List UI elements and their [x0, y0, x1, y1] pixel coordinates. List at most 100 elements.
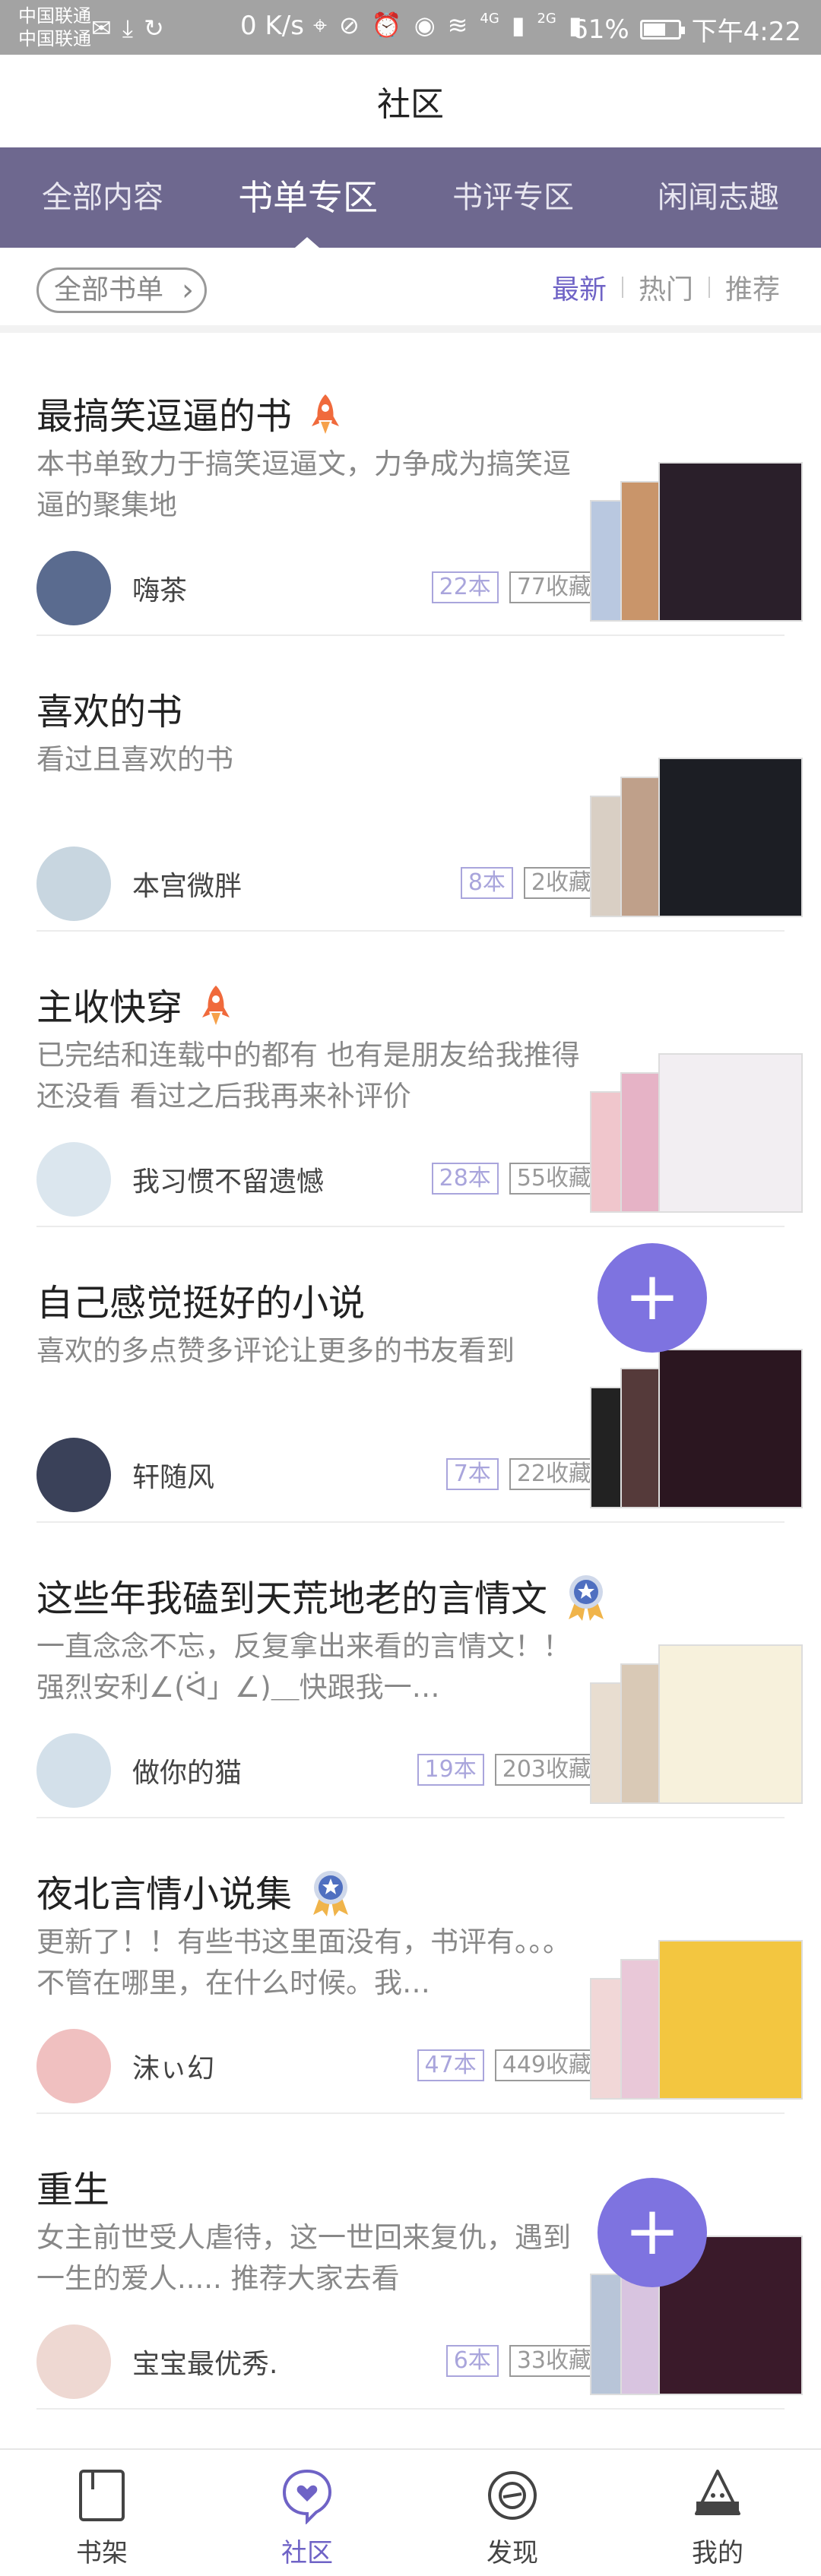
booklist-description: 已完结和连载中的都有 也有是朋友给我推得还没看 看过之后我再来补评价	[36, 1039, 580, 1112]
booklist-title-text: 喜欢的书	[36, 691, 183, 733]
profile-icon	[695, 2470, 740, 2515]
carrier-2: 中国联通	[18, 28, 91, 49]
tab-all-content[interactable]: 全部内容	[15, 147, 190, 248]
booklist-title-text: 重生	[36, 2169, 110, 2211]
all-booklists-label: 全部书单	[54, 274, 164, 305]
avatar[interactable]	[36, 2029, 111, 2103]
avatar[interactable]	[36, 1142, 111, 1217]
book-covers[interactable]	[590, 1629, 803, 1804]
network-4g: 4G	[480, 11, 499, 27]
booklist-card[interactable]: 喜欢的书 看过且喜欢的书 本宫微胖 8本 2收藏	[36, 636, 803, 932]
booklist-stats: 6本 33收藏	[445, 2345, 599, 2377]
wechat-icon: ✉	[91, 14, 112, 43]
booklist-description: 一直念念不忘，反复拿出来看的言情文！！强烈安利∠(ᐛ」∠)＿快跟我一…	[36, 1630, 571, 1704]
favorite-count: 77收藏	[509, 571, 599, 603]
eye-icon: ◉	[414, 11, 436, 40]
booklist-card[interactable]: 最搞笑逗逼的书 本书单致力于搞笑逗逼文，力争成为搞笑逗逼的聚集地 嗨茶 22本 …	[36, 340, 803, 636]
booklist-title[interactable]: 最搞笑逗逼的书	[36, 386, 342, 440]
book-count: 47本	[417, 2049, 484, 2081]
booklist-title-text: 最搞笑逗逼的书	[36, 395, 293, 438]
book-cover	[658, 1053, 803, 1213]
booklist-title[interactable]: 自己感觉挺好的小说	[36, 1273, 365, 1326]
username[interactable]: 我习惯不留遗憾	[132, 1160, 324, 1199]
book-covers[interactable]	[590, 447, 803, 622]
carrier-info: 中国联通 中国联通	[18, 5, 91, 50]
battery-percent: 61%	[572, 14, 629, 45]
booklist-stats: 8本 2收藏	[460, 867, 599, 899]
nav-discover-label: 发现	[487, 2538, 538, 2568]
avatar[interactable]	[36, 1733, 111, 1808]
tab-gossip[interactable]: 闲闻志趣	[631, 147, 806, 248]
download-icon: ⤓	[122, 14, 133, 43]
booklist-title[interactable]: 喜欢的书	[36, 682, 182, 735]
rocket-icon	[202, 986, 230, 1025]
network-speed: 0 K/s	[240, 11, 304, 41]
avatar[interactable]	[36, 1438, 111, 1512]
booklist-stats: 28本 55收藏	[431, 1163, 599, 1195]
username[interactable]: 做你的猫	[132, 1751, 242, 1790]
tab-reviews[interactable]: 书评专区	[426, 147, 601, 248]
booklist-card[interactable]: 主收快穿 已完结和连载中的都有 也有是朋友给我推得还没看 看过之后我再来补评价 …	[36, 932, 803, 1227]
discover-icon	[488, 2471, 537, 2520]
book-count: 19本	[417, 1754, 484, 1786]
system-icons: ⌖ ⊘ ⏰ ◉ ≋ 4G ▮ 2G ▮	[313, 11, 582, 40]
bookshelf-icon	[79, 2470, 125, 2521]
booklist-title[interactable]: 夜北言情小说集	[36, 1864, 353, 1921]
sort-hot[interactable]: 热门	[623, 267, 708, 307]
favorite-count: 203收藏	[494, 1754, 599, 1786]
sort-latest[interactable]: 最新	[537, 267, 622, 307]
book-covers[interactable]	[590, 1334, 803, 1508]
username[interactable]: 本宫微胖	[132, 864, 242, 903]
booklist-title[interactable]: 主收快穿	[36, 977, 233, 1031]
add-booklist-button[interactable]: +	[598, 1243, 707, 1353]
sort-recommended[interactable]: 推荐	[710, 267, 795, 307]
username[interactable]: 轩随风	[132, 1455, 214, 1495]
booklist-card[interactable]: 夜北言情小说集 更新了！！有些书这里面没有，书评有。。。不管在哪里，在什么时候。…	[36, 1818, 803, 2114]
book-cover	[658, 1644, 803, 1804]
notification-icons: ✉ ⤓ ↻	[91, 14, 164, 43]
tab-booklists[interactable]: 书单专区	[220, 147, 395, 248]
medal-icon	[569, 1575, 604, 1621]
booklist-description: 本书单致力于搞笑逗逼文，力争成为搞笑逗逼的聚集地	[36, 448, 571, 521]
username[interactable]: 沫ぃ幻	[132, 2046, 214, 2086]
nav-community[interactable]: 社区	[231, 2450, 383, 2576]
booklist-stats: 22本 77收藏	[431, 571, 599, 603]
nav-discover[interactable]: 发现	[436, 2450, 588, 2576]
status-right: 61% 下午4:22	[572, 11, 801, 48]
booklist-title[interactable]: 这些年我磕到天荒地老的言情文	[36, 1568, 608, 1625]
active-tab-indicator	[295, 237, 319, 248]
avatar[interactable]	[36, 2324, 111, 2399]
title-bar: 社区	[0, 55, 821, 147]
booklist-card[interactable]: 这些年我磕到天荒地老的言情文 一直念念不忘，反复拿出来看的言情文！！强烈安利∠(…	[36, 1523, 803, 1818]
book-count: 8本	[460, 867, 513, 899]
sort-options: 最新 热门 推荐	[537, 267, 795, 307]
booklist-title[interactable]: 重生	[36, 2160, 109, 2213]
username[interactable]: 嗨茶	[132, 568, 187, 608]
book-covers[interactable]	[590, 1925, 803, 2100]
favorite-count: 449收藏	[494, 2049, 599, 2081]
book-cover	[658, 1940, 803, 2100]
book-count: 28本	[431, 1163, 499, 1195]
nav-bookshelf[interactable]: 书架	[26, 2450, 178, 2576]
book-cover	[658, 758, 803, 917]
book-covers[interactable]	[590, 1038, 803, 1213]
book-cover	[658, 1349, 803, 1508]
favorite-count: 55收藏	[509, 1163, 599, 1195]
username[interactable]: 宝宝最优秀.	[132, 2342, 277, 2381]
add-booklist-button-2[interactable]: +	[598, 2178, 707, 2287]
avatar[interactable]	[36, 847, 111, 921]
nav-profile[interactable]: 我的	[642, 2450, 794, 2576]
book-covers[interactable]	[590, 742, 803, 917]
nav-profile-label: 我的	[692, 2538, 743, 2568]
book-cover	[658, 462, 803, 622]
book-count: 6本	[445, 2345, 499, 2377]
booklist-title-text: 夜北言情小说集	[36, 1873, 293, 1916]
bottom-nav: 书架 社区 发现 我的	[0, 2448, 821, 2576]
booklist-description: 喜欢的多点赞多评论让更多的书友看到	[36, 1334, 515, 1367]
booklist-description: 女主前世受人虐待，这一世回来复仇，遇到一生的爱人..... 推荐大家去看	[36, 2221, 571, 2295]
avatar[interactable]	[36, 551, 111, 625]
filter-row: 全部书单 › 最新 热门 推荐	[0, 248, 821, 333]
nav-bookshelf-label: 书架	[76, 2538, 128, 2568]
all-booklists-button[interactable]: 全部书单 ›	[36, 267, 208, 313]
nav-community-label: 社区	[281, 2538, 333, 2568]
